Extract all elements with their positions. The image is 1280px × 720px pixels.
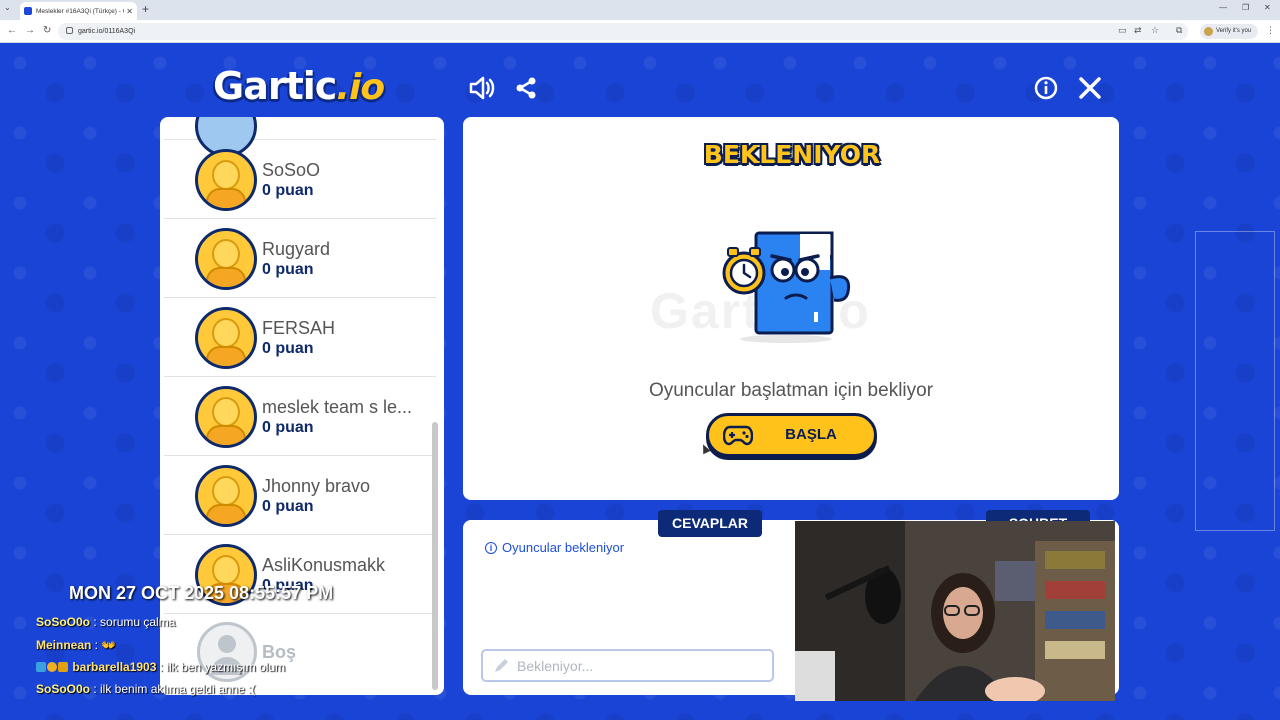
- player-row: FERSAH 0 puan: [164, 298, 436, 377]
- gamepad-icon: [722, 424, 754, 451]
- avatar: [195, 307, 257, 369]
- address-bar-row: ← → ↻ gartic.io/0116A3Qi ▭ ⇄ ☆ ⧉ Verify …: [0, 20, 1280, 43]
- url-field[interactable]: gartic.io/0116A3Qi: [58, 23, 1188, 40]
- player-row: SoSoO 0 puan: [164, 140, 436, 219]
- avatar: [195, 149, 257, 211]
- translate-icon[interactable]: ⇄: [1134, 25, 1142, 36]
- tab-title: Meslekler #16A3Qi (Türkçe) - Ga: [36, 7, 125, 15]
- sound-icon[interactable]: [468, 74, 496, 102]
- player-score: 0 puan: [262, 419, 314, 436]
- player-score: 0 puan: [262, 340, 314, 357]
- avatar: [195, 228, 257, 290]
- chat-text: : sorumu çalma: [90, 615, 176, 629]
- chat-text: : ilk ben yazmışım olum: [156, 660, 286, 674]
- player-name: SoSoO: [262, 160, 321, 180]
- stream-chat-line: SoSoO0o : ilk benim aklıma geldi anne :(: [36, 682, 255, 696]
- stream-datetime: MON 27 OCT 2025 08:55:57 PM: [69, 583, 334, 603]
- status-title: BEKLENIYOR: [703, 140, 881, 169]
- close-icon[interactable]: [1076, 74, 1104, 102]
- side-frame: [1195, 231, 1275, 531]
- tab-search-icon[interactable]: ⌄: [4, 3, 11, 12]
- site-info-icon[interactable]: [66, 27, 73, 34]
- avatar: [195, 465, 257, 527]
- new-tab-icon[interactable]: +: [142, 2, 149, 16]
- player-row: meslek team s le... 0 puan: [164, 377, 436, 456]
- chat-text: : 👐: [91, 638, 117, 652]
- browser-tabstrip: ⌄ Meslekler #16A3Qi (Türkçe) - Ga ✕ + — …: [0, 0, 1280, 20]
- info-circle-icon: i: [485, 541, 497, 554]
- close-tab-icon[interactable]: ✕: [126, 7, 133, 16]
- install-icon[interactable]: ▭: [1118, 25, 1127, 36]
- player-score: 0 puan: [262, 261, 314, 278]
- chat-text: : ilk benim aklıma geldi anne :(: [90, 682, 256, 696]
- webcam-overlay: [795, 521, 1115, 701]
- badge-icon: [36, 662, 46, 672]
- stream-chat-line: Meinnean : 👐: [36, 638, 116, 652]
- bookmark-star-icon[interactable]: ☆: [1151, 25, 1159, 36]
- minimize-icon[interactable]: —: [1219, 3, 1227, 12]
- players-panel[interactable]: SoSoO 0 puan Rugyard 0 puan FERSAH 0 pua…: [160, 117, 444, 695]
- chat-user: SoSoO0o: [36, 615, 91, 629]
- back-icon[interactable]: ←: [7, 25, 17, 36]
- waiting-mascot-icon: [722, 231, 851, 343]
- window-close-icon[interactable]: ✕: [1264, 3, 1271, 12]
- profile-button[interactable]: Verify it's you: [1200, 24, 1258, 39]
- player-name: FERSAH: [262, 318, 336, 338]
- pencil-icon: [493, 658, 511, 679]
- extensions-icon[interactable]: ⧉: [1176, 25, 1182, 36]
- chat-user: Meinnean: [36, 638, 92, 652]
- player-score: 0 puan: [262, 182, 314, 199]
- tab-answers[interactable]: CEVAPLAR: [658, 510, 762, 537]
- start-button-label: BAŞLA: [785, 426, 837, 443]
- player-name: Rugyard: [262, 239, 331, 259]
- avatar: [195, 386, 257, 448]
- menu-icon[interactable]: ⋮: [1266, 25, 1275, 36]
- info-icon[interactable]: [1032, 74, 1060, 102]
- player-name: Jhonny bravo: [262, 476, 371, 496]
- answers-info-text: Oyuncular bekleniyor: [502, 540, 625, 555]
- start-button[interactable]: BAŞLA: [706, 413, 877, 457]
- player-row: Rugyard 0 puan: [164, 219, 436, 298]
- favicon-icon: [24, 7, 32, 15]
- stream-chat-line: SoSoO0o : sorumu çalma: [36, 615, 175, 629]
- player-row: Jhonny bravo 0 puan: [164, 456, 436, 535]
- gartic-logo[interactable]: Gartic.io: [213, 64, 385, 108]
- forward-icon[interactable]: →: [25, 25, 35, 36]
- badge-icon: [47, 662, 57, 672]
- player-name: meslek team s le...: [262, 397, 413, 417]
- players-scrollbar[interactable]: [432, 422, 438, 690]
- answers-info: i Oyuncular bekleniyor: [485, 540, 624, 555]
- restore-icon[interactable]: ❐: [1242, 3, 1249, 12]
- crown-badge-icon: [58, 662, 68, 672]
- stream-chat-line: barbarella1903 : ilk ben yazmışım olum: [36, 660, 285, 674]
- answer-input[interactable]: Bekleniyor...: [481, 649, 774, 682]
- browser-tab-active[interactable]: Meslekler #16A3Qi (Türkçe) - Ga ✕: [20, 2, 137, 20]
- share-icon[interactable]: [512, 74, 540, 102]
- chat-user: barbarella1903: [72, 660, 157, 674]
- player-name: AsliKonusmakk: [262, 555, 386, 575]
- waiting-message: Oyuncular başlatman için bekliyor: [648, 380, 934, 401]
- player-score: 0 puan: [262, 498, 314, 515]
- chat-user: SoSoO0o: [36, 682, 91, 696]
- answer-input-placeholder: Bekleniyor...: [517, 658, 594, 674]
- player-row: [164, 117, 436, 157]
- reload-icon[interactable]: ↻: [43, 25, 51, 36]
